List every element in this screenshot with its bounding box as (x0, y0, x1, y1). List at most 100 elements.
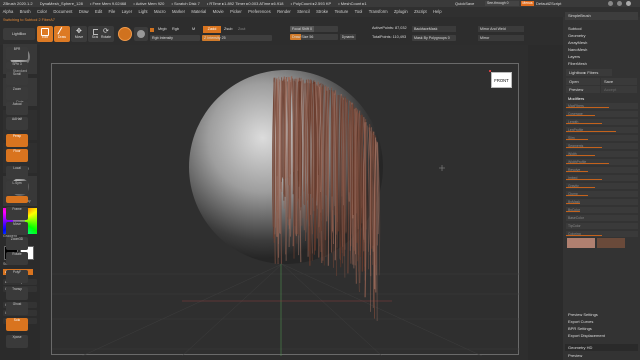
polyf-button[interactable]: PolyF (6, 270, 28, 283)
menu-help[interactable]: Help (430, 9, 444, 14)
modifier-row[interactable]: TipColor (566, 223, 638, 229)
close-icon[interactable] (626, 1, 631, 6)
navigation-cube[interactable]: FRONT (491, 72, 512, 88)
lightbox-button[interactable]: LightBox (3, 28, 35, 40)
brush-sphere-icon[interactable] (118, 27, 132, 41)
menu-draw[interactable]: Draw (76, 9, 91, 14)
nanomesh-section[interactable]: NanoMesh (565, 46, 638, 53)
modifier-row[interactable]: BaseColor (566, 215, 638, 221)
menu-movie[interactable]: Movie (210, 9, 226, 14)
xyz-button[interactable] (6, 196, 28, 203)
material-swatch[interactable] (134, 27, 148, 41)
menu-material[interactable]: Material (189, 9, 209, 14)
solo-button[interactable]: Solo (6, 318, 28, 331)
bpr-button[interactable]: BPR (6, 47, 28, 60)
quicksave-button[interactable]: QuickSave (455, 0, 474, 7)
export-curves-section[interactable]: Export Curves (565, 318, 638, 325)
zcut-button[interactable]: Zcut (238, 27, 245, 31)
fibermesh-section[interactable]: FiberMesh (565, 60, 638, 67)
draw-button[interactable]: Draw (54, 26, 70, 42)
preview-settings-section[interactable]: Preview Settings (565, 311, 638, 318)
subtool-section[interactable]: Subtool (565, 25, 638, 32)
dynamic-button[interactable]: Dynamic (340, 34, 356, 40)
lsym-button[interactable]: L.Sym (6, 181, 28, 194)
modifier-row[interactable]: Coloring (566, 231, 638, 237)
mrgb-button[interactable]: Mrgb (158, 27, 167, 31)
m-button[interactable]: M (192, 27, 195, 31)
menu-marker[interactable]: Marker (169, 9, 187, 14)
layers-section[interactable]: Layers (565, 53, 638, 60)
z-intensity-slider[interactable]: Z Intensity 25 (202, 35, 272, 41)
see-through-slider[interactable]: See-through 0 (485, 1, 519, 6)
local-button[interactable]: Local (6, 166, 28, 179)
arraymesh-section[interactable]: ArrayMesh (565, 39, 638, 46)
zoom-button[interactable]: Zoom (6, 87, 28, 100)
rotate-button[interactable]: ⟳ Rotate (98, 26, 114, 42)
menu-preferences[interactable]: Preferences (246, 9, 274, 14)
menu-zscript[interactable]: Zscript (412, 9, 430, 14)
persp-button[interactable]: Persp (6, 134, 28, 147)
rotate-view-button[interactable]: Rotate (6, 252, 28, 265)
zsub-button[interactable]: Zsub (224, 27, 232, 31)
menu-texture[interactable]: Texture (332, 9, 351, 14)
rgb-button[interactable]: Rgb (172, 27, 179, 31)
modifier-row[interactable]: Coverage (566, 111, 638, 117)
actual-button[interactable]: Actual (6, 102, 28, 115)
menu-picker[interactable]: Picker (228, 9, 245, 14)
scroll-button[interactable]: Scroll (6, 72, 28, 85)
menu-render[interactable]: Render (274, 9, 293, 14)
mirror-and-weld-button[interactable]: Mirror And Weld (478, 26, 524, 32)
menu-transform[interactable]: Transform (366, 9, 390, 14)
modifier-row[interactable]: Length (566, 119, 638, 125)
bpr-settings-section[interactable]: BPR Settings (565, 325, 638, 332)
modifier-row[interactable]: Width (566, 151, 638, 157)
move-view-button[interactable]: Move (6, 222, 28, 235)
menu-alpha[interactable]: Alpha (0, 9, 16, 14)
minimize-icon[interactable] (608, 1, 613, 6)
modifier-row[interactable]: Imbed (566, 175, 638, 181)
menu-edit[interactable]: Edit (92, 9, 104, 14)
ghost-button[interactable]: Ghost (6, 302, 28, 315)
backface-mask-button[interactable]: BackfaceMask (412, 26, 456, 32)
menu-layer[interactable]: Layer (119, 9, 135, 14)
modifier-row[interactable]: ByMask (566, 199, 638, 205)
menu-zplugin[interactable]: Zplugin (391, 9, 410, 14)
edit-button[interactable]: Edit (37, 26, 53, 42)
accept-button[interactable]: Accept (601, 86, 637, 93)
move-button[interactable]: ✥ Move (71, 26, 87, 42)
modifiers-header[interactable]: Modifiers (565, 95, 638, 102)
mask-by-polygroups-slider[interactable]: Mask By Polygroups 0 (412, 35, 456, 41)
export-displacement-section[interactable]: Export Displacement (565, 332, 638, 339)
modifier-row[interactable]: LenProfile (566, 127, 638, 133)
draw-size-slider[interactable]: Draw Size 56 (290, 34, 338, 40)
menu-file[interactable]: File (106, 9, 118, 14)
open-button[interactable]: Open (566, 78, 600, 85)
modifier-row[interactable]: Revolve (566, 167, 638, 173)
preview-section[interactable]: Preview (565, 352, 638, 359)
frame-button[interactable]: Frame (6, 207, 28, 220)
save-button[interactable]: Save (601, 78, 637, 85)
lightbox-fibers-button[interactable]: Lightbox▸ Fibers (566, 69, 612, 76)
palette-header[interactable]: SimpleBrush (565, 12, 638, 20)
rgb-intensity-slider[interactable]: Rgb Intensity (150, 35, 200, 41)
menu-document[interactable]: Document (51, 9, 75, 14)
aahalf-button[interactable]: AAHalf (6, 117, 28, 130)
menu-light[interactable]: Light (136, 9, 150, 14)
base-color-swatch[interactable] (567, 238, 595, 248)
geometry-section[interactable]: Geometry (565, 32, 638, 39)
modifier-row[interactable]: Segments (566, 143, 638, 149)
menu-color[interactable]: Color (34, 9, 49, 14)
focal-shift-slider[interactable]: Focal Shift 0 (290, 26, 338, 32)
document-canvas[interactable] (51, 63, 520, 356)
maximize-icon[interactable] (617, 1, 622, 6)
menus-toggle[interactable]: Menus (521, 1, 534, 6)
transp-button[interactable]: Transp (6, 287, 28, 300)
default-zscript[interactable]: DefaultZScript (536, 0, 561, 7)
xpose-button[interactable]: Xpose (6, 335, 28, 348)
zoom3d-button[interactable]: Zoom3D (6, 237, 28, 250)
menu-macro[interactable]: Macro (151, 9, 168, 14)
zadd-button[interactable]: Zadd (203, 26, 221, 33)
modifier-row[interactable]: Clump (566, 191, 638, 197)
modifier-row[interactable]: Slim (566, 135, 638, 141)
floor-button[interactable]: Floor (6, 149, 28, 162)
